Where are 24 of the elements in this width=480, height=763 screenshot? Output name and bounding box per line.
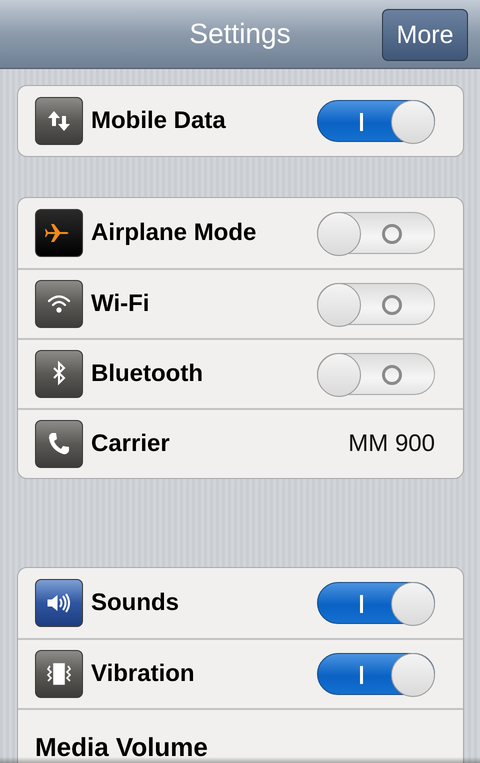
vibration-icon xyxy=(35,650,83,698)
toggle-switch[interactable] xyxy=(317,212,435,254)
section-heading: Media Volume xyxy=(35,732,208,762)
bluetooth-icon xyxy=(35,350,83,398)
toggle-switch[interactable] xyxy=(317,582,435,624)
setting-label: Mobile Data xyxy=(91,107,227,135)
setting-value: MM 900 xyxy=(348,430,435,458)
phone-icon xyxy=(35,420,83,468)
wifi-icon xyxy=(35,280,83,328)
setting-label: Carrier xyxy=(91,430,171,458)
setting-label: Sounds xyxy=(91,589,180,617)
setting-label: Airplane Mode xyxy=(91,219,258,247)
toggle-switch[interactable] xyxy=(317,653,435,695)
more-button[interactable]: More xyxy=(382,9,468,61)
setting-label: Wi-Fi xyxy=(91,290,150,318)
setting-label: Bluetooth xyxy=(91,360,204,388)
arrows-icon xyxy=(35,97,83,145)
toggle-switch[interactable] xyxy=(317,283,435,325)
speaker-icon xyxy=(35,579,83,627)
screen-title: Settings xyxy=(189,18,291,50)
airplane-icon xyxy=(35,209,83,257)
toggle-switch[interactable] xyxy=(317,100,435,142)
setting-label: Vibration xyxy=(91,660,196,688)
toggle-switch[interactable] xyxy=(317,353,435,395)
